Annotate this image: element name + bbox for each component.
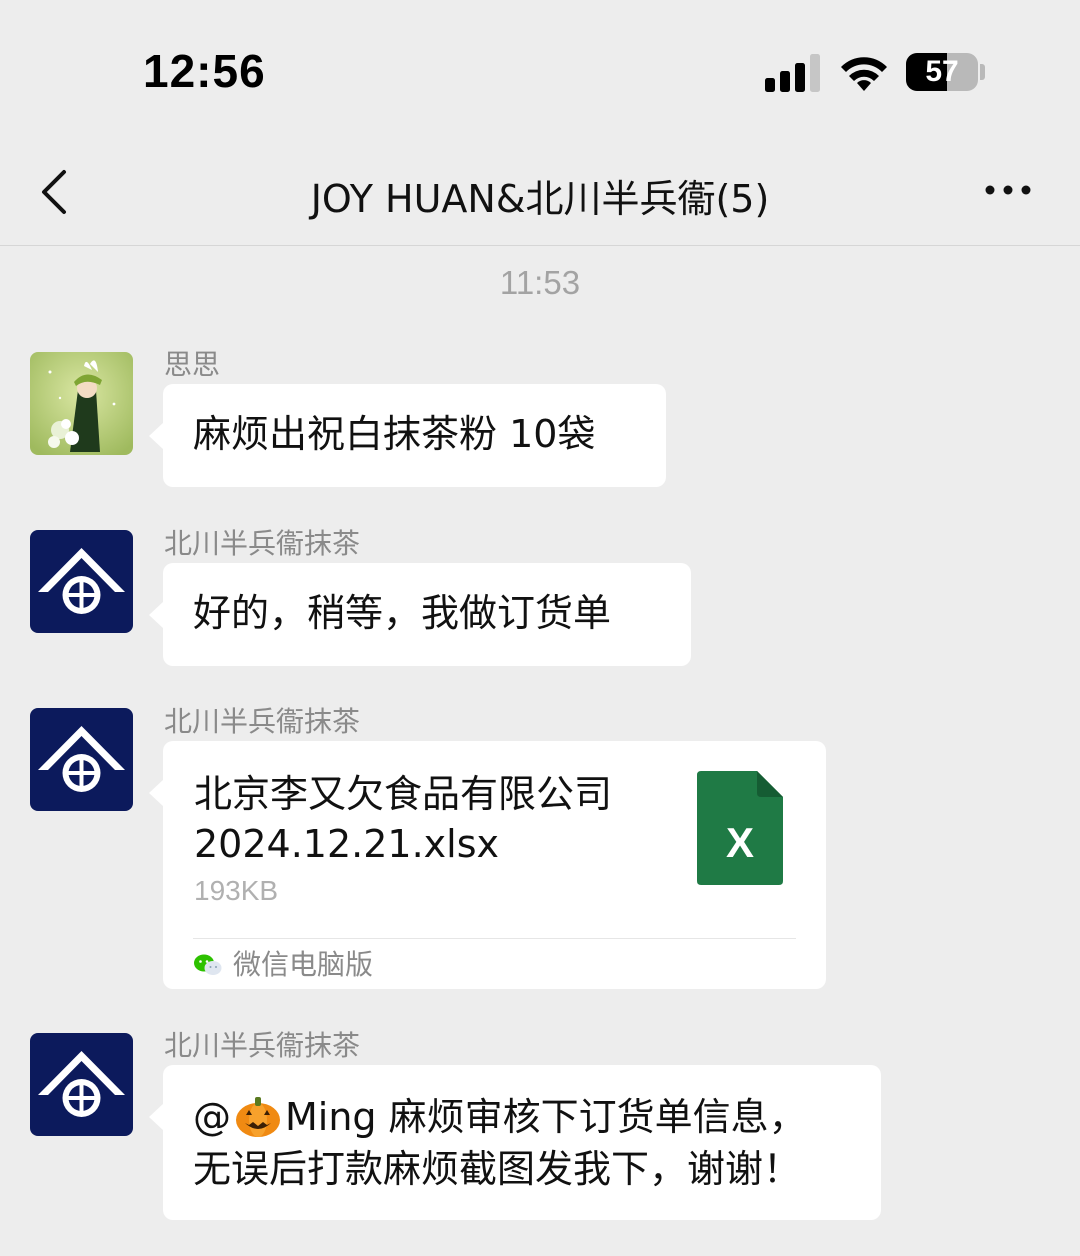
status-time: 12:56 — [143, 45, 266, 97]
sender-name: 思思 — [164, 348, 221, 381]
message-bubble[interactable]: 好的，稍等，我做订货单 — [149, 563, 691, 666]
user-avatar[interactable] — [30, 352, 133, 455]
file-source-label: 微信电脑版 — [233, 948, 374, 981]
battery-icon: 57 — [906, 53, 978, 91]
file-size: 193KB — [194, 875, 279, 906]
brand-logo-avatar[interactable] — [30, 1033, 133, 1136]
brand-logo-icon — [30, 530, 133, 633]
pumpkin-emoji — [236, 1097, 280, 1137]
more-dots-icon[interactable] — [982, 180, 1034, 200]
message-bubble[interactable]: @ Ming 麻烦审核下订货单信息， 无误后打款麻烦截图发我下，谢谢！ — [149, 1065, 881, 1220]
battery-cap — [980, 64, 985, 80]
brand-logo-icon — [30, 1033, 133, 1136]
chat-header: JOY HUAN&北川半兵衞(5) — [0, 150, 1080, 246]
message-line-1-text: Ming 麻烦审核下订货单信息， — [285, 1095, 807, 1139]
status-bar: 12:56 57 — [0, 0, 1080, 150]
mention-at: @ — [193, 1095, 231, 1139]
brand-logo-icon — [30, 708, 133, 811]
brand-logo-avatar[interactable] — [30, 530, 133, 633]
divider — [193, 938, 796, 939]
signal-icon — [765, 54, 820, 92]
chat-timestamp: 11:53 — [499, 264, 581, 301]
message-bubble[interactable]: 麻烦出祝白抹茶粉 10袋 — [149, 384, 666, 487]
chat-title: JOY HUAN&北川半兵衞(5) — [310, 177, 770, 221]
sender-name: 北川半兵衞抹茶 — [164, 705, 361, 738]
excel-file-icon: X — [697, 771, 783, 885]
sender-name: 北川半兵衞抹茶 — [164, 527, 361, 560]
message-line-2: 无误后打款麻烦截图发我下，谢谢！ — [193, 1147, 802, 1191]
battery-level: 57 — [925, 55, 959, 88]
excel-file-letter: X — [726, 819, 754, 866]
sender-name: 北川半兵衞抹茶 — [164, 1029, 361, 1062]
wifi-icon — [841, 57, 887, 91]
message-line-1: @ Ming 麻烦审核下订货单信息， — [193, 1091, 851, 1143]
brand-logo-avatar[interactable] — [30, 708, 133, 811]
user-avatar-girl — [30, 352, 133, 455]
file-name: 北京李又欠食品有限公司2024.12.21.xlsx — [194, 772, 613, 866]
file-source: 微信电脑版 — [193, 944, 373, 986]
wechat-icon — [194, 954, 222, 975]
file-message-card[interactable]: 北京李又欠食品有限公司2024.12.21.xlsx 193KB X 微信电脑版 — [149, 741, 826, 989]
